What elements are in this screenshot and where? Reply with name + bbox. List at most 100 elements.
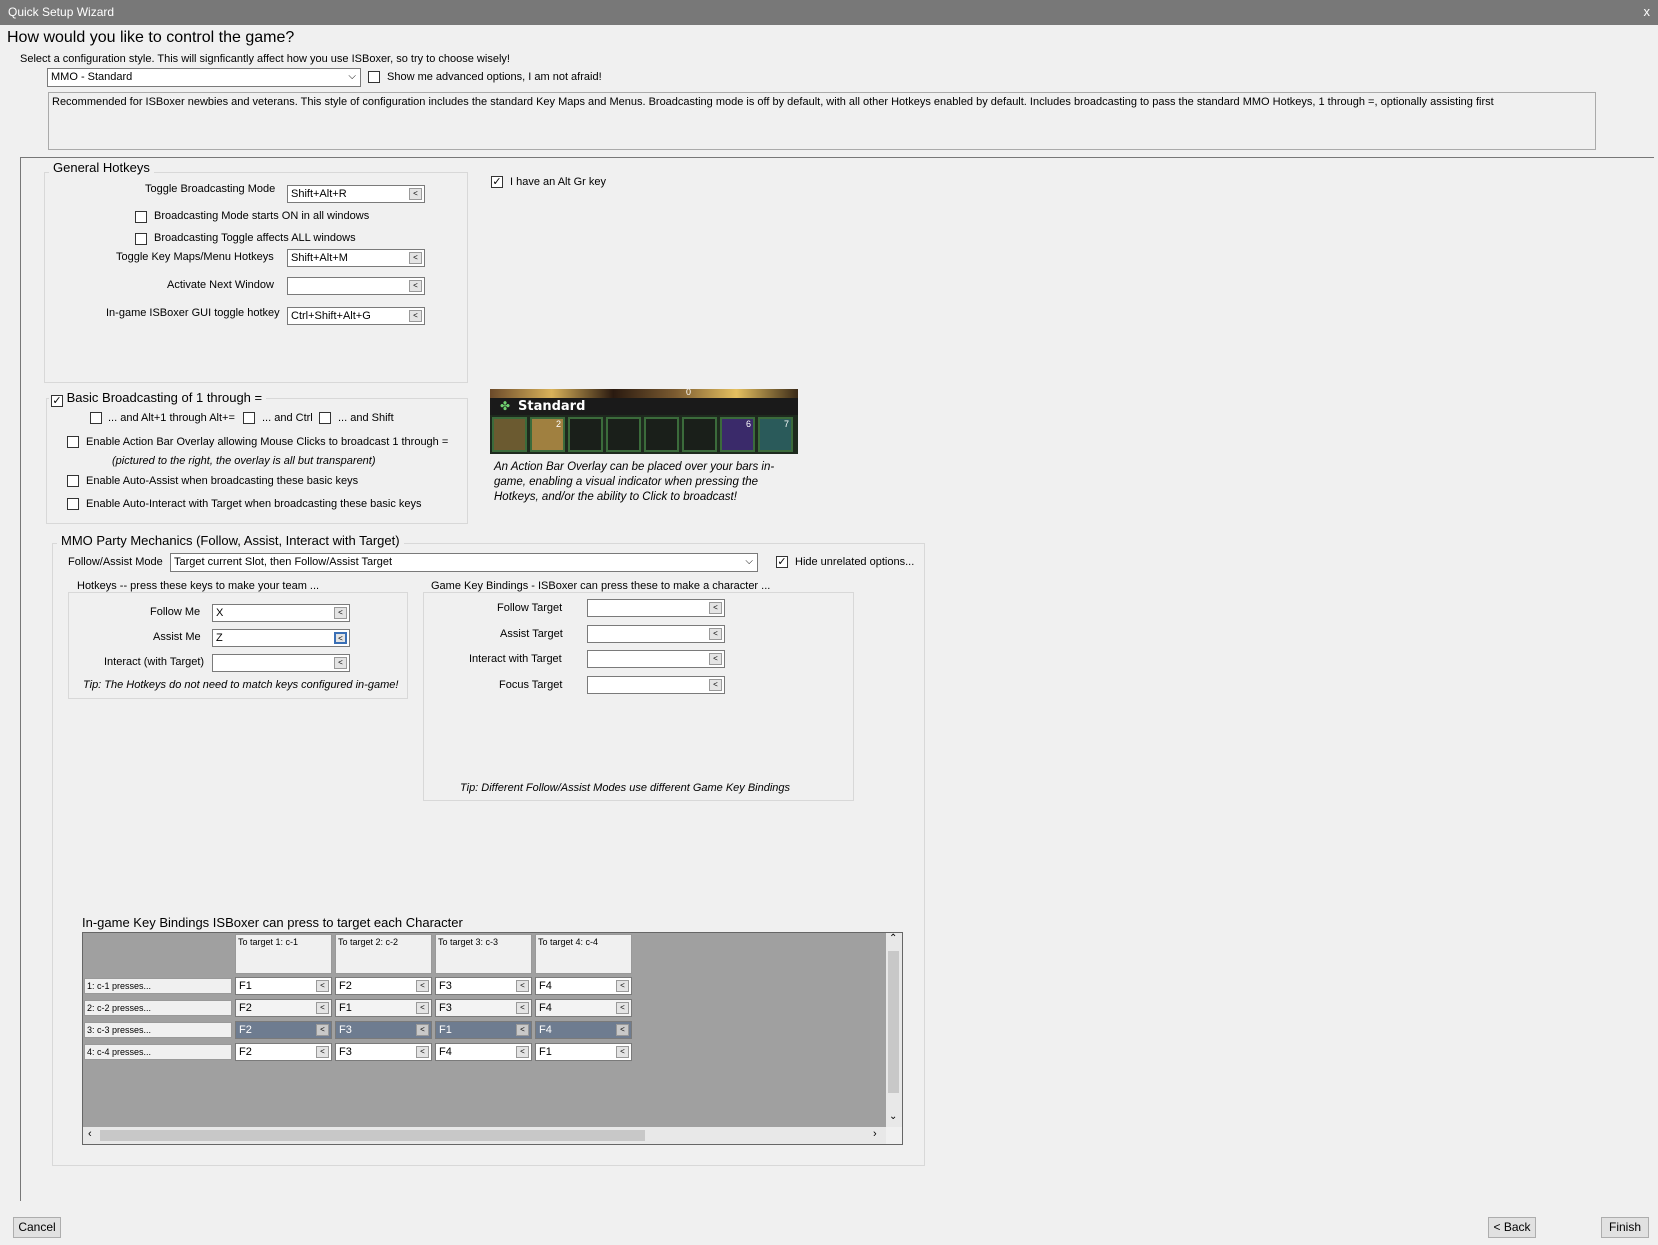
clear-button[interactable]: < [416, 980, 429, 992]
clear-button[interactable]: < [516, 1024, 529, 1036]
advanced-options-checkbox[interactable] [368, 71, 380, 83]
clear-button[interactable]: < [334, 632, 347, 644]
style-description: Recommended for ISBoxer newbies and vete… [48, 92, 1596, 150]
follow-me-hotkey[interactable]: X < [212, 604, 350, 622]
autointeract-checkbox[interactable] [67, 498, 79, 510]
game-key-bindings-group [423, 592, 854, 801]
scroll-up-icon[interactable]: ⌃ [889, 933, 897, 944]
close-icon[interactable]: x [1644, 4, 1651, 19]
altgr-label: I have an Alt Gr key [510, 176, 606, 188]
assist-me-hotkey[interactable]: Z < [212, 629, 350, 647]
clear-button[interactable]: < [616, 1024, 629, 1036]
starts-on-checkbox[interactable] [135, 211, 147, 223]
scroll-down-icon[interactable]: ⌄ [889, 1111, 897, 1122]
target-key-cell[interactable]: F1 < [435, 1021, 532, 1039]
clear-button[interactable]: < [409, 188, 422, 200]
action-bar-image: 0 ✤ Standard 2 6 7 [490, 389, 798, 454]
clear-button[interactable]: < [516, 1002, 529, 1014]
clear-button[interactable]: < [709, 602, 722, 614]
target-bindings-grid[interactable]: To target 1: c-1 To target 2: c-2 To tar… [82, 932, 903, 1145]
target-key-cell[interactable]: F4 < [535, 1021, 632, 1039]
target-key-cell[interactable]: F1 < [535, 1043, 632, 1061]
affects-all-checkbox[interactable] [135, 233, 147, 245]
clear-button[interactable]: < [516, 1046, 529, 1058]
follow-me-label: Follow Me [150, 606, 201, 618]
horizontal-scrollbar[interactable]: ‹ › [83, 1127, 886, 1144]
clear-button[interactable]: < [316, 980, 329, 992]
clear-button[interactable]: < [334, 657, 347, 669]
target-key-cell[interactable]: F2 < [235, 999, 332, 1017]
row-header: 3: c-3 presses... [84, 1022, 232, 1038]
target-key-cell[interactable]: F2 < [235, 1021, 332, 1039]
target-bindings-title: In-game Key Bindings ISBoxer can press t… [82, 915, 463, 930]
clear-button[interactable]: < [516, 980, 529, 992]
interact-target-binding[interactable]: < [587, 650, 725, 668]
clear-button[interactable]: < [316, 1002, 329, 1014]
cancel-button[interactable]: Cancel [13, 1217, 61, 1238]
autoassist-label: Enable Auto-Assist when broadcasting the… [86, 475, 359, 487]
follow-assist-mode-select[interactable]: Target current Slot, then Follow/Assist … [170, 553, 758, 572]
target-key-cell[interactable]: F2 < [335, 977, 432, 995]
affects-all-label: Broadcasting Toggle affects ALL windows [154, 232, 356, 244]
alt-checkbox[interactable] [90, 412, 102, 424]
clear-button[interactable]: < [416, 1024, 429, 1036]
clear-button[interactable]: < [616, 1046, 629, 1058]
gui-toggle-label: In-game ISBoxer GUI toggle hotkey [106, 307, 280, 319]
shift-label: ... and Shift [338, 412, 394, 424]
action-slot [682, 417, 717, 452]
target-key-cell[interactable]: F3 < [435, 977, 532, 995]
horizontal-scroll-thumb[interactable] [100, 1130, 645, 1141]
hide-unrelated-checkbox[interactable] [776, 556, 788, 568]
action-slot: 6 [720, 417, 755, 452]
target-key-cell[interactable]: F3 < [435, 999, 532, 1017]
target-key-cell[interactable]: F2 < [235, 1043, 332, 1061]
finish-button[interactable]: Finish [1601, 1217, 1649, 1238]
target-key-cell[interactable]: F4 < [535, 999, 632, 1017]
clover-icon: ✤ [500, 399, 511, 413]
clear-button[interactable]: < [709, 653, 722, 665]
scroll-right-icon[interactable]: › [873, 1128, 877, 1140]
interact-label: Interact (with Target) [104, 656, 205, 668]
clear-button[interactable]: < [316, 1046, 329, 1058]
altgr-checkbox[interactable] [491, 176, 503, 188]
target-key-cell[interactable]: F4 < [435, 1043, 532, 1061]
overlay-checkbox[interactable] [67, 436, 79, 448]
clear-button[interactable]: < [334, 607, 347, 619]
focus-target-binding[interactable]: < [587, 676, 725, 694]
clear-button[interactable]: < [316, 1024, 329, 1036]
clear-button[interactable]: < [409, 252, 422, 264]
clear-button[interactable]: < [709, 628, 722, 640]
vertical-scroll-thumb[interactable] [888, 951, 899, 1093]
target-key-cell[interactable]: F3 < [335, 1021, 432, 1039]
autoassist-checkbox[interactable] [67, 475, 79, 487]
interact-hotkey[interactable]: < [212, 654, 350, 672]
back-button[interactable]: < Back [1488, 1217, 1536, 1238]
gui-toggle-hotkey[interactable]: Ctrl+Shift+Alt+G < [287, 307, 425, 325]
basic-broadcasting-checkbox[interactable] [51, 395, 63, 407]
target-key-cell[interactable]: F3 < [335, 1043, 432, 1061]
clear-button[interactable]: < [709, 679, 722, 691]
activate-next-hotkey[interactable]: < [287, 277, 425, 295]
target-key-cell[interactable]: F1 < [235, 977, 332, 995]
shift-checkbox[interactable] [319, 412, 331, 424]
page-title: How would you like to control the game? [7, 29, 295, 46]
follow-target-binding[interactable]: < [587, 599, 725, 617]
assist-target-label: Assist Target [500, 628, 563, 640]
vertical-scrollbar[interactable]: ⌃ ⌄ [886, 933, 902, 1127]
scroll-left-icon[interactable]: ‹ [88, 1128, 92, 1140]
target-key-cell[interactable]: F1 < [335, 999, 432, 1017]
column-header: To target 4: c-4 [535, 934, 632, 974]
toggle-broadcast-hotkey[interactable]: Shift+Alt+R < [287, 185, 425, 203]
clear-button[interactable]: < [416, 1002, 429, 1014]
clear-button[interactable]: < [416, 1046, 429, 1058]
clear-button[interactable]: < [409, 310, 422, 322]
target-key-cell[interactable]: F4 < [535, 977, 632, 995]
assist-target-binding[interactable]: < [587, 625, 725, 643]
toggle-keymaps-hotkey[interactable]: Shift+Alt+M < [287, 249, 425, 267]
clear-button[interactable]: < [409, 280, 422, 292]
ctrl-checkbox[interactable] [243, 412, 255, 424]
action-slot [644, 417, 679, 452]
clear-button[interactable]: < [616, 1002, 629, 1014]
config-style-select[interactable]: MMO - Standard ⌵ [47, 68, 361, 87]
clear-button[interactable]: < [616, 980, 629, 992]
